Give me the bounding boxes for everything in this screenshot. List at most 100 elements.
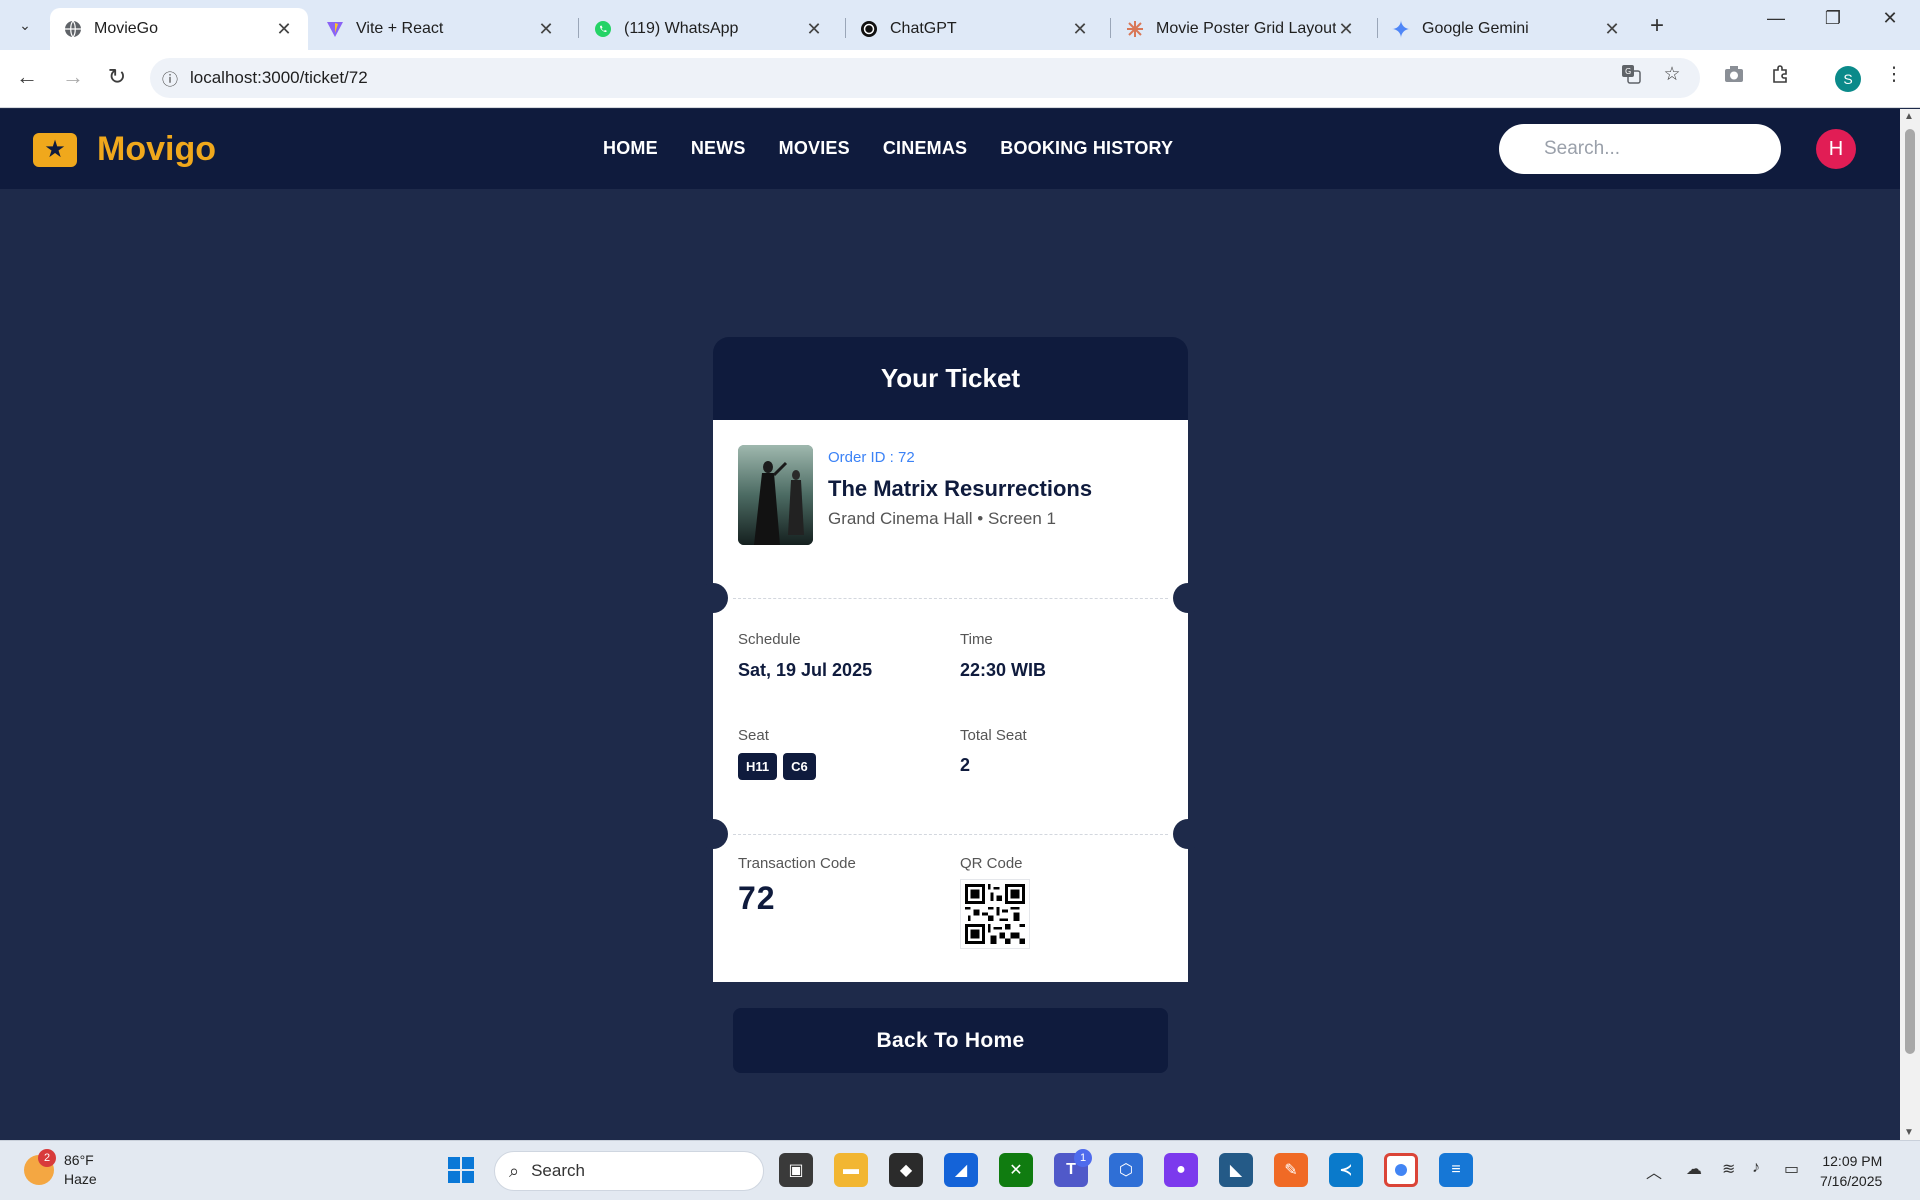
wifi-icon[interactable]: ≋	[1722, 1159, 1735, 1179]
tab-search-button[interactable]: ⌄	[10, 10, 40, 40]
ticket-card: Your Ticket Order ID : 72 The Matrix Res…	[698, 337, 1203, 982]
tab-title: Google Gemini	[1422, 20, 1529, 37]
tab-google-gemini[interactable]: Google Gemini ✕	[1378, 8, 1636, 50]
tab-title: Vite + React	[356, 20, 444, 37]
weather-widget[interactable]: 2 86°F Haze	[24, 1149, 97, 1189]
search-icon: ⌕	[509, 1160, 520, 1181]
close-window-button[interactable]: ✕	[1870, 8, 1910, 29]
nav-cinemas[interactable]: CINEMAS	[883, 138, 967, 159]
ticket-notch-right	[1173, 583, 1203, 613]
schedule-value: Sat, 19 Jul 2025	[738, 660, 873, 680]
app-blue-icon[interactable]: ◢	[944, 1153, 978, 1187]
bookmark-star-icon[interactable]: ☆	[1656, 58, 1688, 90]
tab-chatgpt[interactable]: ChatGPT ✕	[846, 8, 1104, 50]
chatgpt-icon	[860, 20, 878, 38]
site-info-icon[interactable]: ⓘ	[150, 66, 190, 90]
file-explorer-icon[interactable]: ▬	[834, 1153, 868, 1187]
tray-overflow-icon[interactable]: ︿	[1646, 1159, 1662, 1183]
hexagon-app-icon[interactable]: ⬡	[1109, 1153, 1143, 1187]
tab-movie-poster-grid[interactable]: Movie Poster Grid Layout C ✕	[1112, 8, 1370, 50]
nav-booking-history[interactable]: BOOKING HISTORY	[1000, 138, 1173, 159]
weather-badge: 2	[38, 1149, 56, 1167]
movie-poster	[738, 445, 813, 545]
xbox-icon[interactable]: ✕	[999, 1153, 1033, 1187]
notepad-icon[interactable]: ≡	[1439, 1153, 1473, 1187]
github-desktop-icon[interactable]: ●	[1164, 1153, 1198, 1187]
windows-start-icon[interactable]	[444, 1153, 478, 1187]
plus-icon: +	[1650, 12, 1665, 39]
system-clock[interactable]: 12:09 PM 7/16/2025	[1820, 1151, 1882, 1191]
seat-chip: H11	[738, 753, 778, 780]
minimize-icon: —	[1767, 8, 1785, 28]
postman-icon[interactable]: ✎	[1274, 1153, 1308, 1187]
main-menu: HOME NEWS MOVIES CINEMAS BOOKING HISTORY	[603, 138, 1206, 159]
nav-home[interactable]: HOME	[603, 138, 658, 159]
tab-separator	[578, 18, 579, 38]
transaction-code-label: Transaction Code	[738, 855, 856, 872]
address-bar-row: ← → ↻ ⓘ localhost:3000/ticket/72 G ☆ ⋮	[0, 50, 1920, 108]
scroll-up-arrow-icon[interactable]: ▲	[1904, 111, 1914, 122]
arrow-left-icon: ←	[16, 64, 38, 89]
close-tab-icon[interactable]: ✕	[804, 19, 824, 40]
scrollbar-thumb[interactable]	[1905, 129, 1915, 1054]
tab-vite-react[interactable]: Vite + React ✕	[312, 8, 570, 50]
chrome-icon[interactable]	[1384, 1153, 1418, 1187]
scroll-down-arrow-icon[interactable]: ▼	[1904, 1127, 1914, 1138]
tab-title: MovieGo	[94, 20, 159, 37]
restore-button[interactable]: ❐	[1813, 8, 1853, 29]
close-tab-icon[interactable]: ✕	[1070, 19, 1090, 40]
extensions-icon[interactable]	[1765, 58, 1797, 90]
minimize-button[interactable]: —	[1756, 8, 1796, 29]
restore-icon: ❐	[1824, 8, 1842, 28]
weather-temp: 86°F	[64, 1152, 94, 1168]
transaction-code-value: 72	[738, 880, 776, 916]
ticket-notch-left	[698, 583, 728, 613]
tab-whatsapp[interactable]: (119) WhatsApp ✕	[580, 8, 838, 50]
seat-chip: C6	[783, 753, 816, 780]
cinema-screen: Grand Cinema Hall • Screen 1	[828, 509, 1056, 528]
seat-list: H11 C6	[738, 753, 822, 780]
nav-movies[interactable]: MOVIES	[779, 138, 850, 159]
unity-icon[interactable]: ◆	[889, 1153, 923, 1187]
taskbar-search-label: Search	[531, 1161, 585, 1180]
app-navbar: ★ Movigo HOME NEWS MOVIES CINEMAS BOOKIN…	[0, 109, 1900, 189]
omnibox[interactable]: ⓘ localhost:3000/ticket/72	[150, 58, 1700, 98]
reload-button[interactable]: ↻	[102, 64, 132, 90]
browser-tab-bar: ⌄ MovieGo ✕ Vite + React ✕ (119) WhatsAp…	[0, 0, 1920, 50]
page-scrollbar[interactable]: ▲ ▼	[1900, 109, 1920, 1140]
clock-time: 12:09 PM	[1822, 1153, 1883, 1169]
close-tab-icon[interactable]: ✕	[274, 19, 294, 40]
translate-icon[interactable]: G	[1615, 58, 1647, 90]
brand-logo[interactable]: ★ Movigo	[33, 130, 216, 169]
close-tab-icon[interactable]: ✕	[536, 19, 556, 40]
taskbar-search[interactable]: ⌕ Search	[494, 1151, 764, 1191]
tab-title: Movie Poster Grid Layout C	[1156, 20, 1336, 37]
ticket-body: Order ID : 72 The Matrix Resurrections G…	[698, 420, 1203, 982]
back-nav-button[interactable]: ←	[12, 64, 42, 90]
mysql-workbench-icon[interactable]: ◣	[1219, 1153, 1253, 1187]
claude-icon	[1126, 20, 1144, 38]
tab-moviego[interactable]: MovieGo ✕	[50, 8, 308, 50]
close-icon: ✕	[1882, 8, 1898, 28]
volume-icon[interactable]: ♪	[1752, 1159, 1760, 1177]
user-avatar[interactable]: H	[1816, 129, 1856, 169]
vscode-icon[interactable]: ≺	[1329, 1153, 1363, 1187]
star-ticket-icon: ★	[33, 132, 77, 167]
onedrive-icon[interactable]: ☁	[1686, 1159, 1702, 1179]
close-tab-icon[interactable]: ✕	[1602, 19, 1622, 40]
ticket-notch-left	[698, 819, 728, 849]
time-value: 22:30 WIB	[960, 660, 1047, 680]
close-tab-icon[interactable]: ✕	[1336, 19, 1356, 40]
browser-profile-avatar[interactable]: S	[1835, 66, 1861, 92]
more-menu-icon[interactable]: ⋮	[1878, 58, 1910, 90]
new-tab-button[interactable]: +	[1650, 12, 1664, 40]
task-view-icon[interactable]: ▣	[779, 1153, 813, 1187]
battery-icon[interactable]: ▭	[1784, 1159, 1799, 1179]
camera-icon[interactable]	[1718, 58, 1750, 90]
ticket-header: Your Ticket	[713, 337, 1188, 420]
search-input[interactable]	[1499, 124, 1781, 174]
back-to-home-button[interactable]: Back To Home	[733, 1008, 1168, 1073]
weather-sun-icon: 2	[24, 1149, 56, 1185]
nav-news[interactable]: NEWS	[691, 138, 746, 159]
forward-nav-button[interactable]: →	[58, 64, 88, 90]
